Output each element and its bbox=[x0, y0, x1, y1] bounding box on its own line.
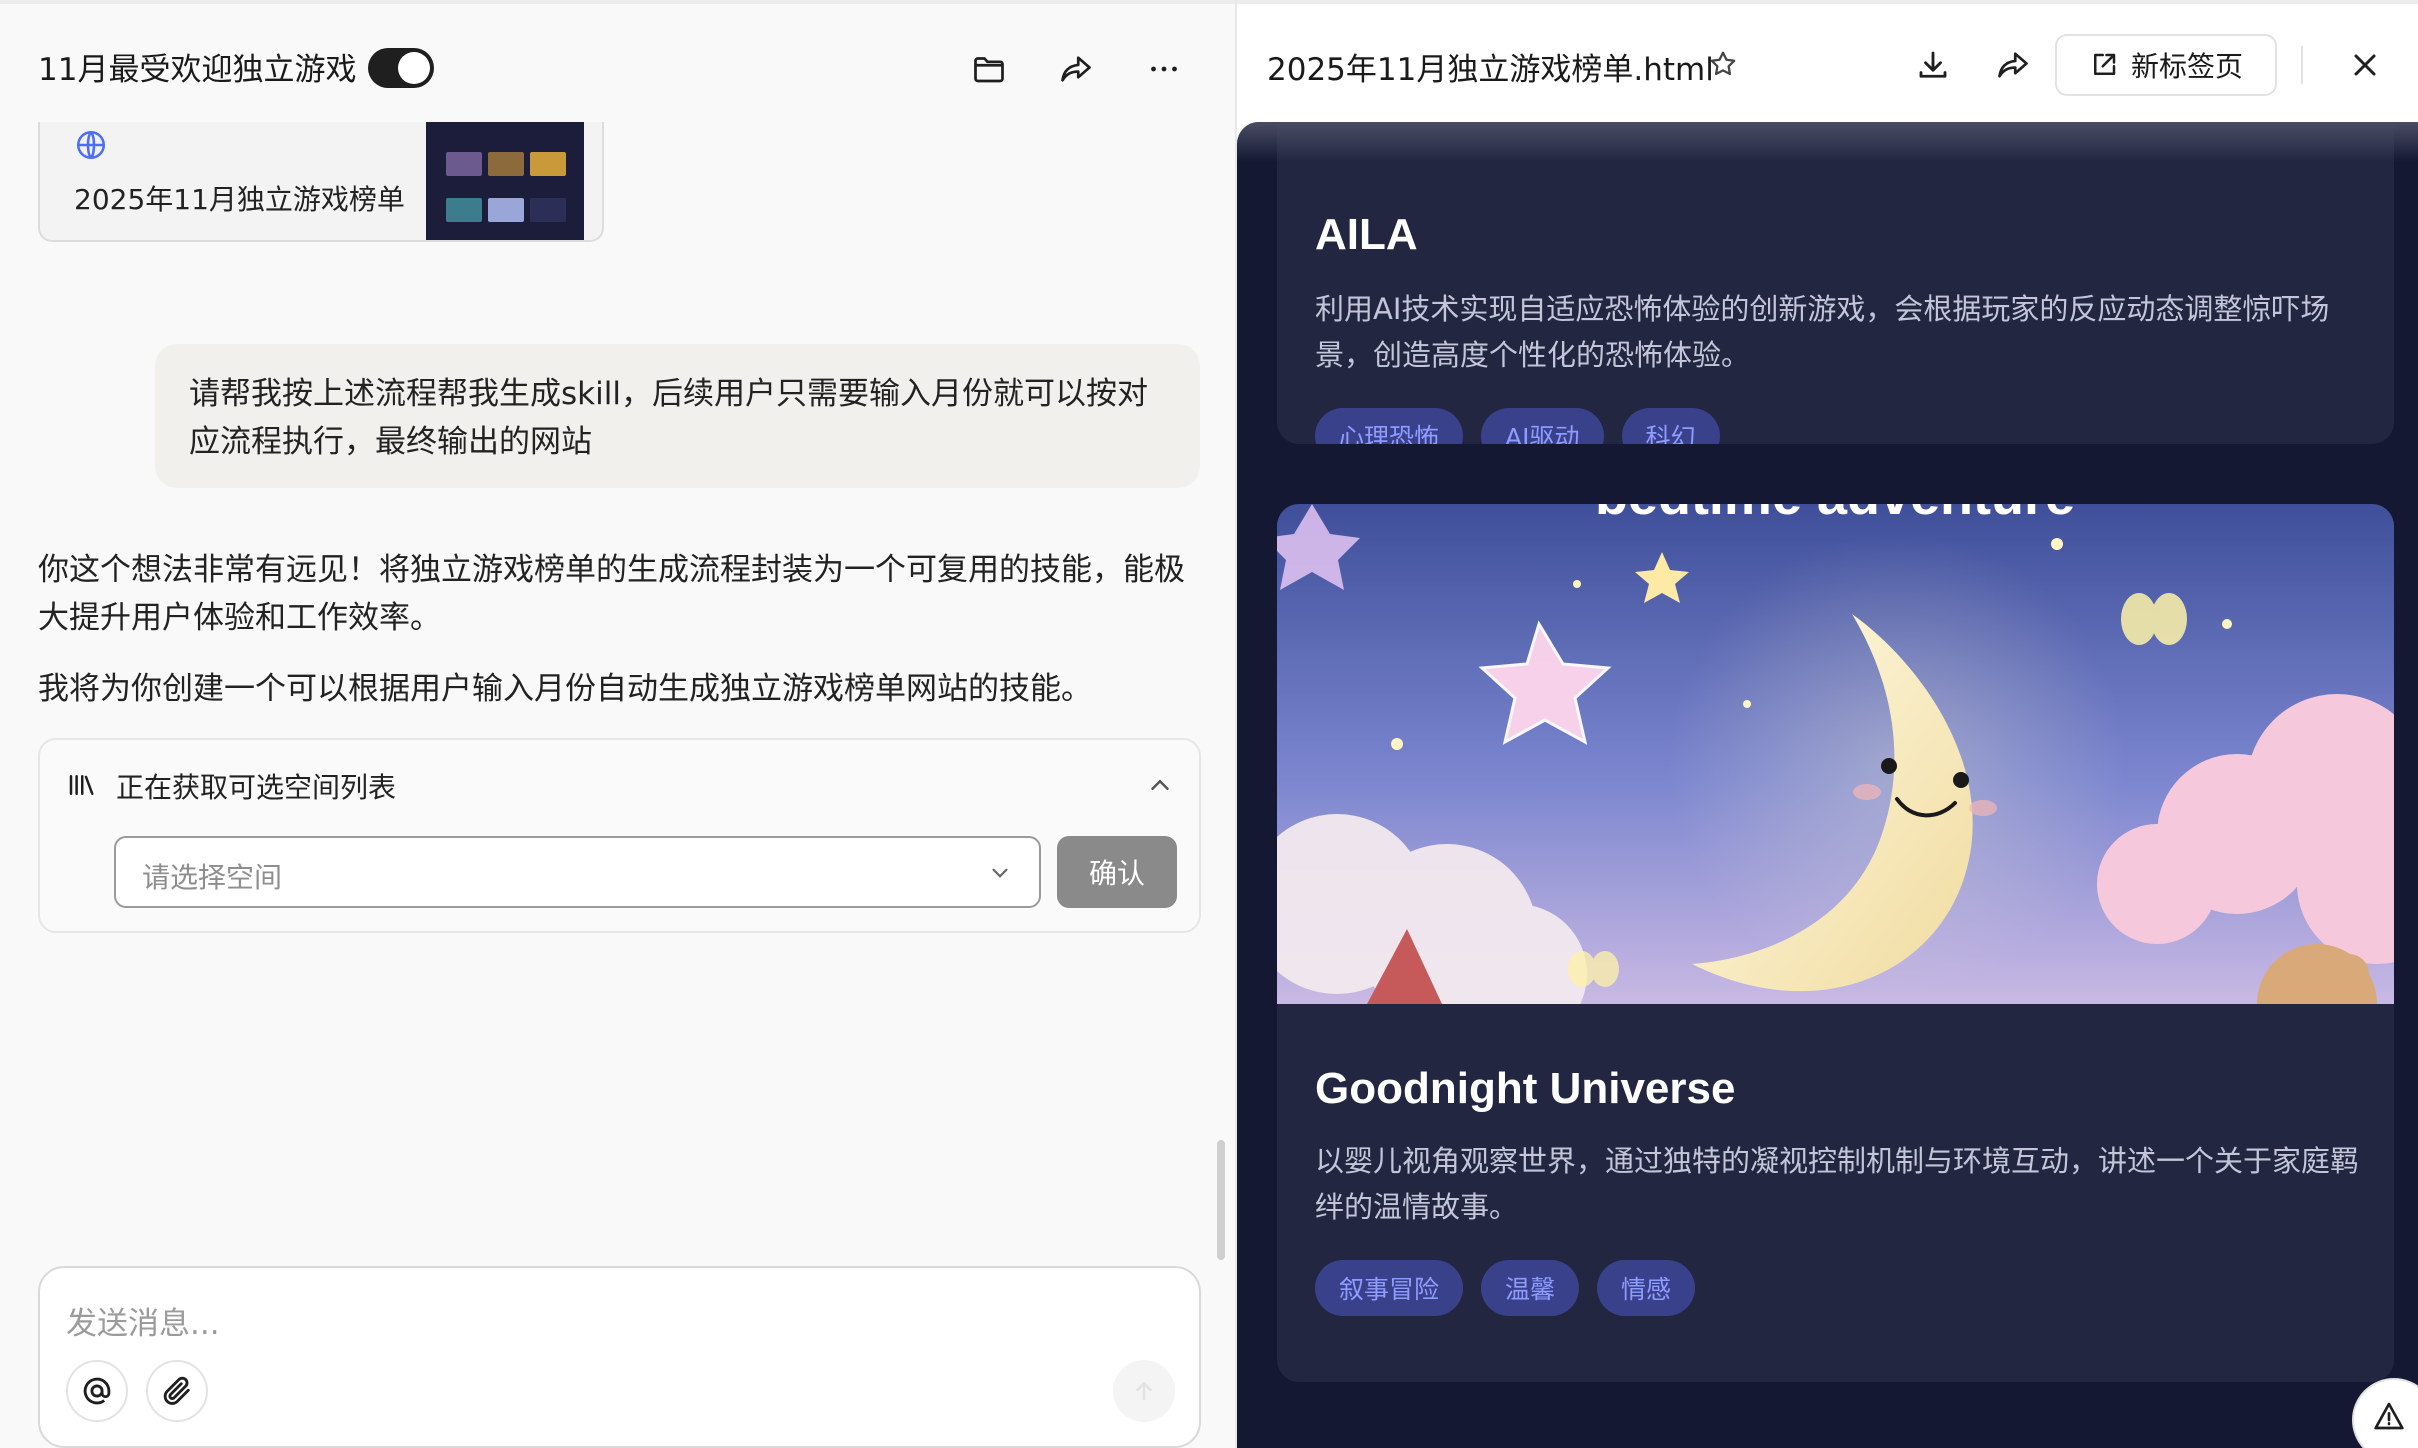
toolbar-separator bbox=[2301, 46, 2303, 84]
tag: AI驱动 bbox=[1481, 408, 1604, 444]
send-button[interactable] bbox=[1113, 1360, 1175, 1422]
attach-button[interactable] bbox=[146, 1360, 208, 1422]
file-title: 2025年11月独立游戏榜单.html bbox=[1267, 52, 1714, 88]
tool-call-panel: 正在获取可选空间列表 请选择空间 确认 bbox=[38, 738, 1201, 933]
tag: 科幻 bbox=[1621, 408, 1720, 444]
game-cover-image: bedtime adventure bbox=[1277, 504, 2394, 1004]
tag: 叙事冒险 bbox=[1315, 1260, 1464, 1316]
download-button[interactable] bbox=[1910, 42, 1956, 88]
folder-button[interactable] bbox=[966, 46, 1012, 92]
game-card: bedtime adventure Goodnight Universe 以婴儿… bbox=[1277, 504, 2394, 1382]
toggle-switch[interactable] bbox=[368, 48, 434, 88]
more-button[interactable] bbox=[1141, 46, 1187, 92]
at-icon bbox=[83, 1377, 111, 1405]
webpage-card[interactable]: 2025年11月独立游戏榜单 bbox=[38, 122, 604, 242]
assistant-message: 我将为你创建一个可以根据用户输入月份自动生成独立游戏榜单网站的技能。 bbox=[38, 671, 1092, 707]
space-select[interactable]: 请选择空间 bbox=[114, 836, 1041, 908]
folder-icon bbox=[974, 57, 1004, 83]
toggle-knob bbox=[398, 52, 430, 84]
external-link-icon bbox=[2093, 53, 2116, 75]
share-icon bbox=[1998, 52, 2028, 78]
send-arrow-icon bbox=[1136, 1381, 1152, 1400]
tag-list: 叙事冒险 温馨 情感 bbox=[1315, 1260, 1696, 1316]
open-new-tab-button[interactable]: 新标签页 bbox=[2055, 34, 2277, 96]
game-description: 以婴儿视角观察世界，通过独特的凝视控制机制与环境互动，讲述一个关于家庭羁绊的温情… bbox=[1315, 1144, 2360, 1224]
star-icon[interactable] bbox=[1707, 48, 1739, 80]
more-icon bbox=[1151, 66, 1177, 72]
scrollbar[interactable] bbox=[1217, 1140, 1225, 1260]
paperclip-icon bbox=[163, 1376, 190, 1405]
library-icon bbox=[69, 775, 94, 795]
preview-pane: 2025年11月独立游戏榜单.html 新标签页 AILA 利用AI技术实现自适… bbox=[1237, 0, 2418, 1448]
download-icon bbox=[1919, 51, 1947, 78]
assistant-message: 你这个想法非常有远见！将独立游戏榜单的生成流程封装为一个可复用的技能，能极大提升… bbox=[38, 552, 1185, 636]
warning-button[interactable] bbox=[2352, 1378, 2418, 1448]
chevron-up-icon[interactable] bbox=[1145, 770, 1175, 800]
share-button[interactable] bbox=[1053, 46, 1099, 92]
confirm-button[interactable]: 确认 bbox=[1057, 836, 1177, 908]
open-new-tab-label: 新标签页 bbox=[2130, 50, 2243, 83]
space-select-placeholder: 请选择空间 bbox=[142, 861, 283, 894]
message-input[interactable]: 发送消息... bbox=[66, 1298, 220, 1343]
mention-button[interactable] bbox=[66, 1360, 128, 1422]
game-description: 利用AI技术实现自适应恐怖体验的创新游戏，会根据玩家的反应动态调整惊吓场景，创造… bbox=[1315, 292, 2330, 372]
moon-illustration: bedtime adventure bbox=[1277, 504, 2394, 1004]
game-title: AILA bbox=[1315, 210, 1418, 259]
cover-caption: bedtime adventure bbox=[1595, 504, 2075, 526]
tag-list: 心理恐怖 AI驱动 科幻 bbox=[1315, 408, 1720, 444]
html-preview[interactable]: AILA 利用AI技术实现自适应恐怖体验的创新游戏，会根据玩家的反应动态调整惊吓… bbox=[1237, 122, 2418, 1448]
share-button[interactable] bbox=[1990, 42, 2036, 88]
close-button[interactable] bbox=[2342, 42, 2388, 88]
tool-status-label: 正在获取可选空间列表 bbox=[116, 771, 397, 804]
chevron-down-icon bbox=[992, 868, 1008, 878]
card-thumbnail bbox=[426, 122, 584, 240]
user-message: 请帮我按上述流程帮我生成skill，后续用户只需要输入月份就可以按对应流程执行，… bbox=[155, 344, 1200, 488]
game-card: AILA 利用AI技术实现自适应恐怖体验的创新游戏，会根据玩家的反应动态调整惊吓… bbox=[1277, 122, 2394, 444]
tag: 温馨 bbox=[1481, 1260, 1580, 1316]
globe-icon bbox=[76, 130, 106, 160]
game-title: Goodnight Universe bbox=[1315, 1064, 1736, 1113]
chat-pane: 11月最受欢迎独立游戏 2025年11月独立游戏榜单 请帮我按上述流程帮我生成s… bbox=[0, 0, 1235, 1448]
warning-icon bbox=[2374, 1402, 2404, 1430]
share-icon bbox=[1061, 56, 1091, 82]
card-title: 2025年11月独立游戏榜单 bbox=[74, 183, 405, 216]
chat-title: 11月最受欢迎独立游戏 bbox=[38, 52, 357, 88]
tag: 情感 bbox=[1597, 1260, 1696, 1316]
close-icon bbox=[2354, 54, 2376, 76]
message-composer[interactable]: 发送消息... bbox=[38, 1266, 1201, 1448]
chat-header: 11月最受欢迎独立游戏 bbox=[0, 8, 1235, 122]
tag: 心理恐怖 bbox=[1315, 408, 1464, 444]
